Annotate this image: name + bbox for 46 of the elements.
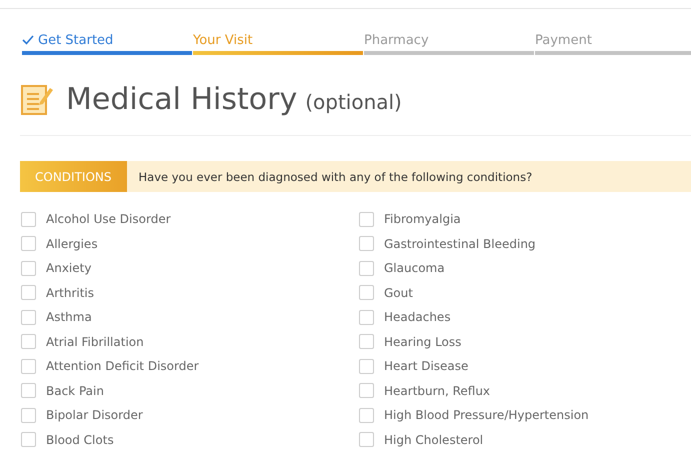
checkbox[interactable] <box>359 383 374 398</box>
condition-option[interactable]: Glaucoma <box>359 256 689 280</box>
condition-option[interactable]: Hearing Loss <box>359 330 689 354</box>
condition-option[interactable]: Back Pain <box>21 378 359 403</box>
condition-option[interactable]: Heartburn, Reflux <box>359 378 689 403</box>
condition-option[interactable]: Gout <box>359 280 689 305</box>
optional-note: (optional) <box>305 90 402 114</box>
checkbox[interactable] <box>21 260 36 276</box>
condition-option[interactable]: Heart Disease <box>359 354 689 378</box>
checkbox[interactable] <box>359 408 374 423</box>
checkbox[interactable] <box>21 310 36 325</box>
condition-option[interactable]: Fibromyalgia <box>359 207 689 232</box>
condition-option[interactable]: Alcohol Use Disorder <box>21 207 359 232</box>
condition-option[interactable]: Blood Clots <box>21 428 359 452</box>
checkbox[interactable] <box>21 408 36 423</box>
checkbox[interactable] <box>21 432 36 448</box>
condition-option[interactable]: Headaches <box>359 305 689 330</box>
page-title: Medical History <box>66 82 298 116</box>
section-tag: CONDITIONS <box>20 161 126 192</box>
condition-option[interactable]: High Blood Pressure/Hypertension <box>359 403 689 428</box>
notepad-icon <box>20 82 54 116</box>
checkbox[interactable] <box>359 285 374 300</box>
checkbox[interactable] <box>21 334 36 350</box>
checkbox[interactable] <box>359 310 374 325</box>
checkbox[interactable] <box>21 212 36 227</box>
checkbox[interactable] <box>21 236 36 252</box>
check-icon <box>22 35 34 45</box>
condition-option[interactable]: Allergies <box>21 232 359 256</box>
condition-option[interactable]: Anxiety <box>21 256 359 280</box>
checkbox[interactable] <box>21 358 36 374</box>
section-question: Have you ever been diagnosed with any of the following conditions? <box>138 170 532 184</box>
condition-option[interactable]: High Cholesterol <box>359 428 689 452</box>
checkbox[interactable] <box>359 260 374 276</box>
checkbox[interactable] <box>359 212 374 227</box>
checkbox[interactable] <box>359 358 374 374</box>
checkbox[interactable] <box>359 236 374 252</box>
condition-option[interactable]: Asthma <box>21 305 359 330</box>
condition-option[interactable]: Arthritis <box>21 280 359 305</box>
condition-option[interactable]: Atrial Fibrillation <box>21 330 359 354</box>
condition-option[interactable]: Gastrointestinal Bleeding <box>359 232 689 256</box>
checkbox[interactable] <box>359 334 374 350</box>
condition-option[interactable]: Attention Deficit Disorder <box>21 354 359 378</box>
checkbox[interactable] <box>21 285 36 300</box>
checkbox[interactable] <box>21 383 36 398</box>
checkbox[interactable] <box>359 432 374 448</box>
condition-option[interactable]: Bipolar Disorder <box>21 403 359 428</box>
